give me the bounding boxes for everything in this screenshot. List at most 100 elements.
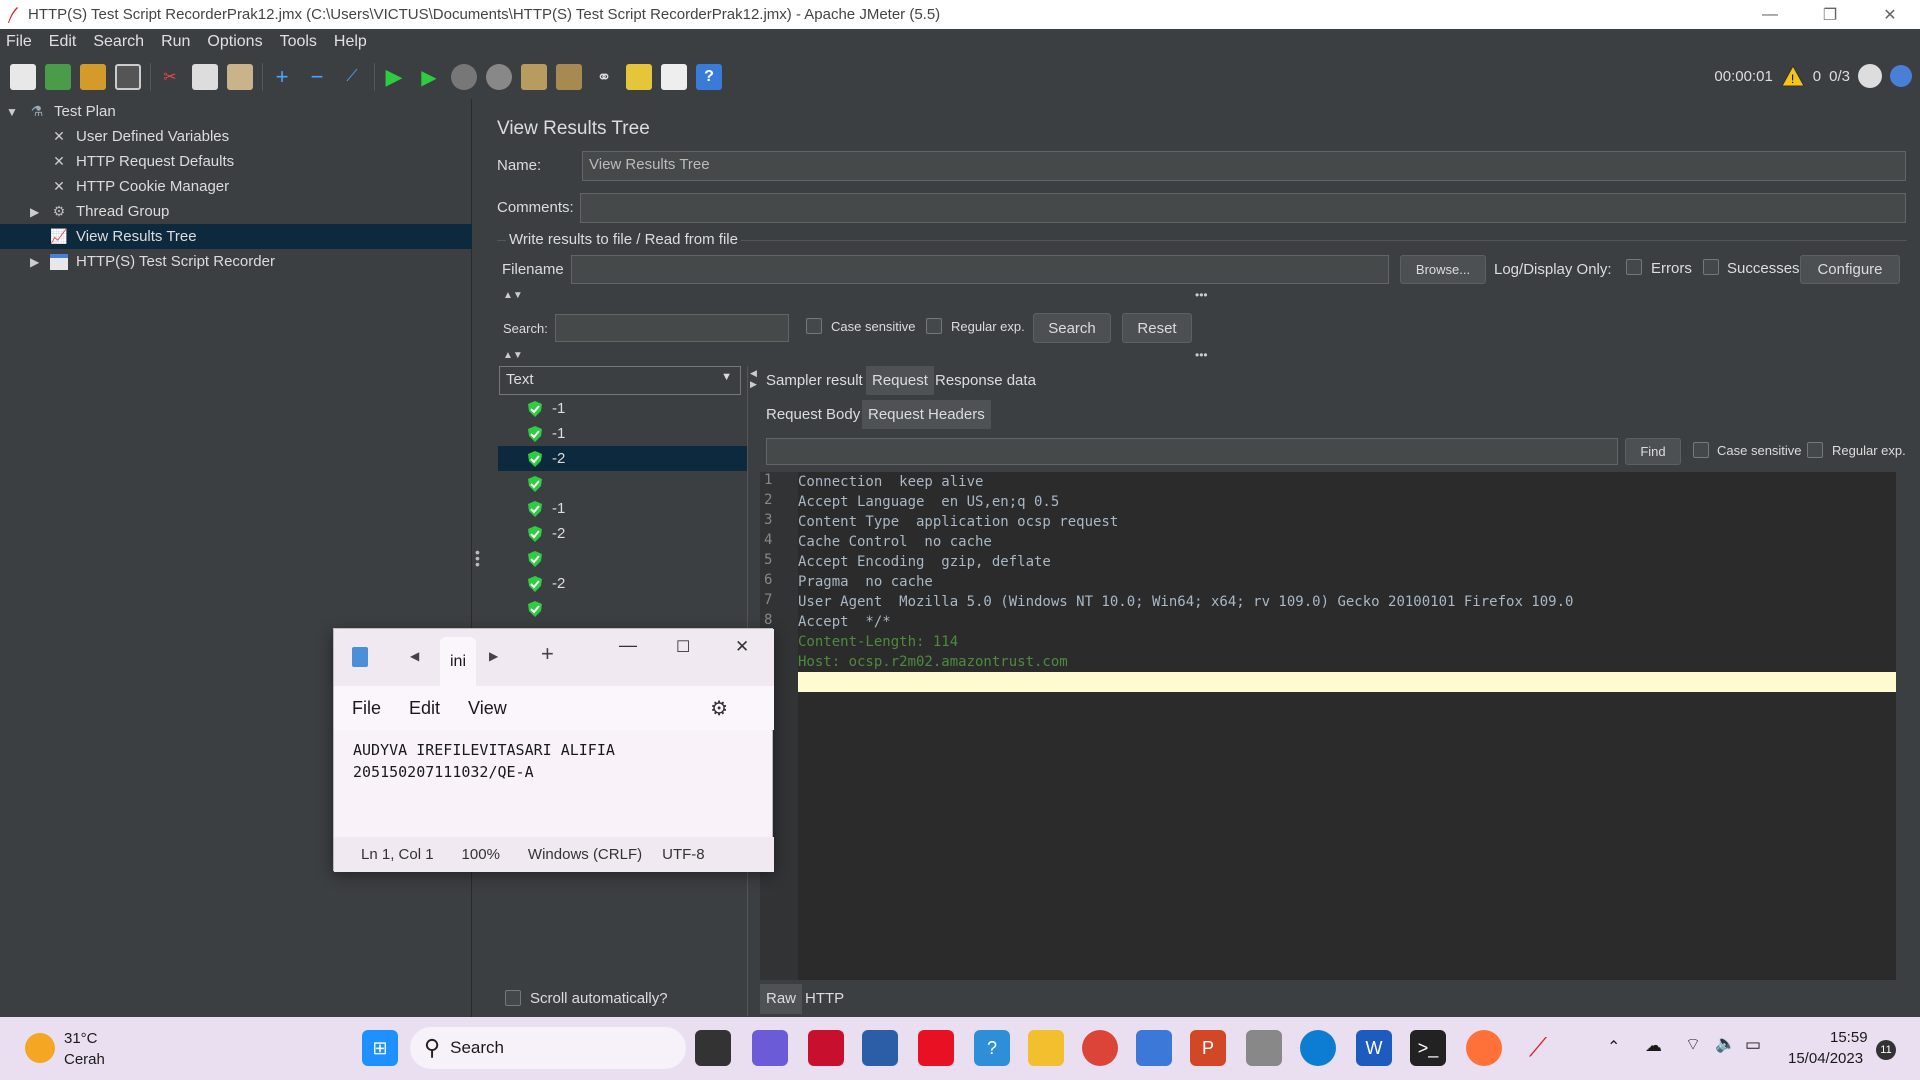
toggle-icon[interactable]: ⟋ (339, 64, 365, 90)
collapse-icon[interactable]: − (304, 64, 330, 90)
close-button[interactable]: ✕ (1860, 0, 1920, 29)
tab-sampler-result[interactable]: Sampler result (766, 372, 863, 389)
templates-icon[interactable] (45, 64, 71, 90)
new-icon[interactable] (10, 64, 36, 90)
menu-tools[interactable]: Tools (280, 33, 317, 51)
notepad-maximize-button[interactable]: ☐ (676, 637, 690, 657)
collapse-arrows-icon[interactable]: ▲▼ (503, 350, 523, 361)
collapse-arrows-icon[interactable]: ▲▼ (503, 290, 523, 301)
powerpoint-icon[interactable]: P (1190, 1030, 1226, 1066)
menu-options[interactable]: Options (207, 33, 262, 51)
teams-icon[interactable] (752, 1030, 788, 1066)
stop-icon[interactable] (451, 64, 477, 90)
paste-icon[interactable] (227, 64, 253, 90)
mcafee-icon[interactable] (808, 1030, 844, 1066)
chrome-icon[interactable] (1082, 1030, 1118, 1066)
comments-field[interactable] (580, 193, 1906, 223)
menu-help[interactable]: Help (334, 33, 367, 51)
notepad-menu-view[interactable]: View (468, 698, 507, 719)
open-icon[interactable] (80, 64, 106, 90)
notepad-text-area[interactable]: AUDYVA IREFILEVITASARI ALIFIA 2051502071… (353, 739, 615, 783)
weather-desc[interactable]: Cerah (64, 1051, 105, 1068)
clock-time[interactable]: 15:59 (1830, 1029, 1868, 1046)
task-view-icon[interactable] (695, 1030, 731, 1066)
tree-item-http-cookie-manager[interactable]: ✕ HTTP Cookie Manager (48, 174, 229, 199)
search-button[interactable]: Search (1033, 313, 1111, 343)
file-explorer-icon[interactable] (1028, 1030, 1064, 1066)
tray-overflow-icon[interactable]: ⌃ (1607, 1037, 1620, 1057)
list-item[interactable]: -2 (498, 446, 748, 471)
tab-scroll-right-icon[interactable]: ▶ (489, 649, 498, 663)
reset-button[interactable]: Reset (1122, 313, 1192, 343)
menu-file[interactable]: File (6, 33, 32, 51)
scroll-auto-checkbox[interactable] (505, 990, 521, 1006)
weather-icon[interactable] (25, 1033, 55, 1063)
tree-item-test-plan[interactable]: ⚗ Test Plan (26, 99, 116, 124)
filename-field[interactable] (571, 255, 1389, 284)
tab-response-data[interactable]: Response data (935, 372, 1036, 389)
help-icon[interactable]: ? (696, 64, 722, 90)
editor-scrollbar[interactable] (1896, 472, 1910, 980)
clock-date[interactable]: 15/04/2023 (1788, 1050, 1863, 1067)
remote-icon[interactable] (1890, 65, 1912, 87)
chevron-right-icon[interactable]: ▶ (30, 205, 39, 219)
maximize-button[interactable]: ❐ (1800, 0, 1860, 29)
start-button[interactable]: ⊞ (362, 1030, 398, 1066)
shutdown-icon[interactable] (486, 64, 512, 90)
list-item[interactable] (526, 471, 552, 496)
name-field[interactable]: View Results Tree (582, 151, 1906, 181)
store-icon[interactable] (862, 1030, 898, 1066)
word-icon[interactable]: W (1356, 1030, 1392, 1066)
regex-checkbox[interactable] (926, 318, 942, 334)
split-arrows-icon[interactable]: ◀ ▶ (750, 368, 757, 390)
expand-icon[interactable]: + (269, 64, 295, 90)
request-headers-editor[interactable]: 1 Connection keep alive 2 Accept Languag… (760, 472, 1910, 980)
binoculars-icon[interactable]: ⚭ (591, 64, 617, 90)
browse-button[interactable]: Browse... (1400, 255, 1486, 284)
menu-edit[interactable]: Edit (49, 33, 77, 51)
notepad-tab[interactable]: ini (440, 637, 476, 686)
find-regex-checkbox[interactable] (1807, 442, 1823, 458)
firefox-icon[interactable] (1466, 1030, 1502, 1066)
find-case-checkbox[interactable] (1693, 442, 1709, 458)
errors-checkbox[interactable] (1626, 259, 1642, 275)
weather-temp[interactable]: 31°C (64, 1030, 98, 1047)
cut-icon[interactable]: ✂ (157, 64, 183, 90)
copy-icon[interactable] (192, 64, 218, 90)
pane-splitter[interactable]: • • • (472, 99, 482, 1017)
tree-item-user-defined-variables[interactable]: ✕ User Defined Variables (48, 124, 229, 149)
tab-scroll-left-icon[interactable]: ◀ (410, 649, 419, 663)
search-input[interactable] (555, 314, 789, 342)
new-tab-icon[interactable]: + (541, 641, 554, 667)
start-icon[interactable]: ▶ (381, 64, 407, 90)
chevron-down-icon[interactable]: ▼ (6, 105, 18, 119)
list-item[interactable]: -1 (526, 396, 565, 421)
list-item[interactable]: -1 (526, 421, 565, 446)
terminal-icon[interactable]: >_ (1410, 1030, 1446, 1066)
menu-run[interactable]: Run (161, 33, 190, 51)
tab-http[interactable]: HTTP (805, 990, 844, 1007)
warning-icon[interactable]: ! (1780, 65, 1805, 87)
list-item[interactable] (526, 596, 552, 621)
notepad-menu-file[interactable]: File (352, 698, 381, 719)
snipping-tool-icon[interactable] (1246, 1030, 1282, 1066)
tree-item-http-test-script-recorder[interactable]: HTTP(S) Test Script Recorder (48, 249, 275, 274)
renderer-select[interactable]: Text ▼ (499, 366, 741, 395)
settings-gear-icon[interactable]: ⚙ (710, 696, 728, 721)
tab-request[interactable]: Request (866, 366, 934, 395)
list-item[interactable]: -2 (526, 521, 565, 546)
find-button[interactable]: Find (1625, 438, 1681, 465)
drag-handle-icon[interactable]: ••• (1195, 288, 1208, 302)
chevron-right-icon[interactable]: ▶ (30, 255, 39, 269)
edge-icon[interactable] (1300, 1030, 1336, 1066)
notepad-menu-edit[interactable]: Edit (409, 698, 440, 719)
configure-button[interactable]: Configure (1800, 255, 1900, 284)
start-no-pauses-icon[interactable]: ▶ (416, 64, 442, 90)
list-item[interactable] (526, 546, 552, 571)
tab-raw[interactable]: Raw (760, 984, 803, 1014)
menu-search[interactable]: Search (93, 33, 144, 51)
list-item[interactable]: -1 (526, 496, 565, 521)
drag-handle-icon[interactable]: ••• (1195, 348, 1208, 362)
notepad-minimize-button[interactable]: — (619, 635, 637, 656)
tree-item-thread-group[interactable]: ⚙ Thread Group (48, 199, 170, 224)
